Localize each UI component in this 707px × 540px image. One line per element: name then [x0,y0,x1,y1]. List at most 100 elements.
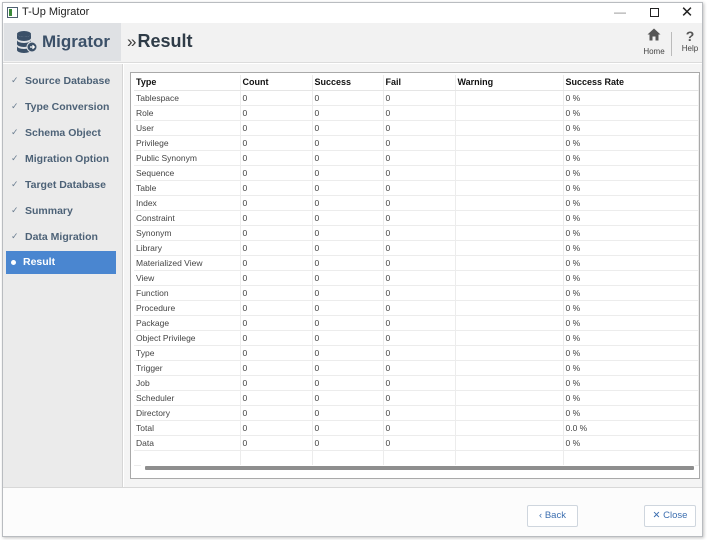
column-header[interactable]: Fail [383,75,456,91]
table-cell: 0 [383,180,456,196]
table-row[interactable]: Materialized View 0 0 0 0 % [134,255,699,271]
table-cell: 0 % [563,270,699,286]
sidebar-item-schema-object[interactable]: ✓ Schema Object [6,122,116,145]
main-content: Type Count Success Fail Warning Success Rate … [124,64,702,487]
table-cell: Job [134,375,241,391]
minimize-button[interactable]: — [603,3,637,23]
table-cell: 0 [312,255,384,271]
page-title: »Result [127,31,192,52]
check-icon: ✓ [11,127,19,137]
home-button[interactable]: Home [640,27,668,59]
table-row[interactable]: Package 0 0 0 0 % [134,315,699,331]
sidebar-item-type-conversion[interactable]: ✓ Type Conversion [6,96,116,119]
table-row[interactable]: Table 0 0 0 0 % [134,180,699,196]
table-row[interactable]: Object Privilege 0 0 0 0 % [134,330,699,346]
table-row[interactable]: Constraint 0 0 0 0 % [134,210,699,226]
table-row[interactable]: Tablespace 0 0 0 0 % [134,90,699,106]
column-header[interactable]: Warning [455,75,564,91]
table-cell: Package [134,315,241,331]
table-cell [383,450,456,466]
table-row[interactable]: Function 0 0 0 0 % [134,285,699,301]
table-row[interactable]: Trigger 0 0 0 0 % [134,360,699,376]
table-row[interactable]: Index 0 0 0 0 % [134,195,699,211]
table-cell: 0 [240,225,313,241]
column-header[interactable]: Count [240,75,313,91]
table-cell: 0 % [563,345,699,361]
help-button[interactable]: ? Help [676,27,704,59]
sidebar-item-source-database[interactable]: ✓ Source Database [6,70,116,93]
check-icon: ✓ [11,231,19,241]
database-migrate-icon [17,31,37,53]
table-row[interactable]: Sequence 0 0 0 0 % [134,165,699,181]
sidebar-item-data-migration[interactable]: ✓ Data Migration [6,226,116,249]
table-row[interactable]: Synonym 0 0 0 0 % [134,225,699,241]
table-cell [455,120,564,136]
table-row[interactable]: Library 0 0 0 0 % [134,240,699,256]
table-cell: 0 % [563,375,699,391]
table-row[interactable]: Public Synonym 0 0 0 0 % [134,150,699,166]
table-cell: 0 % [563,405,699,421]
table-cell [455,240,564,256]
table-cell [455,255,564,271]
sidebar-item-label: Source Database [25,75,111,87]
table-cell: 0 [383,150,456,166]
table-cell [455,300,564,316]
table-cell: 0 [312,195,384,211]
table-row[interactable]: Total 0 0 0 0.0 % [134,420,699,436]
brand-name: Migrator [42,32,110,51]
table-cell [455,210,564,226]
home-label: Home [643,47,665,56]
sidebar-item-summary[interactable]: ✓ Summary [6,200,116,223]
table-cell [134,450,241,466]
table-row[interactable]: Type 0 0 0 0 % [134,345,699,361]
table-cell: 0 [240,210,313,226]
table-cell: 0 [383,300,456,316]
table-row[interactable]: Directory 0 0 0 0 % [134,405,699,421]
table-cell [455,420,564,436]
table-cell: 0 [312,210,384,226]
table-cell: 0 % [563,330,699,346]
table-row[interactable]: Scheduler 0 0 0 0 % [134,390,699,406]
table-cell: 0 [312,90,384,106]
check-icon: ✓ [11,205,19,215]
column-header[interactable]: Success Rate [563,75,699,91]
close-window-button[interactable]: ✕ [670,3,704,23]
table-header-row: Type Count Success Fail Warning Success Rate [134,75,699,91]
sidebar-item-label: Summary [25,205,73,217]
table-cell: 0 [383,255,456,271]
table-cell: 0 [240,180,313,196]
chevron-left-icon: ‹ [539,510,543,521]
table-cell: 0 [240,360,313,376]
table-cell: Sequence [134,165,241,181]
app-window: T-Up Migrator — ✕ Migrator »Result Home [2,2,703,537]
table-row[interactable]: Role 0 0 0 0 % [134,105,699,121]
column-header[interactable]: Type [134,75,241,91]
close-button[interactable]: ✕ Close [644,505,696,527]
sidebar-item-result[interactable]: Result [6,251,116,274]
table-cell: Total [134,420,241,436]
table-cell [455,405,564,421]
maximize-button[interactable] [637,3,671,23]
table-row[interactable]: Privilege 0 0 0 0 % [134,135,699,151]
table-cell: Procedure [134,300,241,316]
sidebar-item-target-database[interactable]: ✓ Target Database [6,174,116,197]
table-cell: 0 % [563,285,699,301]
table-row[interactable]: Job 0 0 0 0 % [134,375,699,391]
horizontal-scrollbar[interactable] [141,465,695,471]
table-cell: 0 % [563,300,699,316]
table-cell [455,375,564,391]
back-button[interactable]: ‹ Back [527,505,578,527]
table-cell: 0 % [563,225,699,241]
table-row[interactable]: Procedure 0 0 0 0 % [134,300,699,316]
table-row[interactable]: View 0 0 0 0 % [134,270,699,286]
table-row[interactable]: User 0 0 0 0 % [134,120,699,136]
table-cell: 0 [383,375,456,391]
column-header[interactable]: Success [312,75,384,91]
table-cell: 0 % [563,240,699,256]
table-row[interactable]: Data 0 0 0 0 % [134,435,699,451]
sidebar-item-migration-option[interactable]: ✓ Migration Option [6,148,116,171]
table-cell [455,450,564,466]
scrollbar-thumb[interactable] [145,466,694,470]
result-table: Type Count Success Fail Warning Success Rate … [134,75,699,466]
table-cell: 0 % [563,165,699,181]
